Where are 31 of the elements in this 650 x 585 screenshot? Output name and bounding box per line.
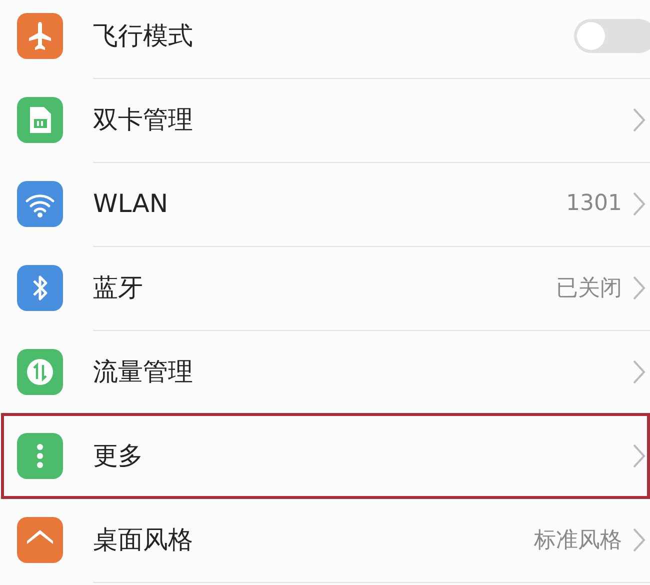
setting-value: 标准风格: [534, 526, 622, 554]
setting-label: 更多: [93, 440, 144, 472]
chevron-icon: [632, 274, 646, 300]
chevron-icon: [632, 106, 646, 132]
setting-value: 已关闭: [556, 274, 622, 302]
settings-row[interactable]: WLAN 1301: [0, 162, 650, 246]
setting-label: WLAN: [93, 189, 170, 218]
settings-row[interactable]: 流量管理: [0, 330, 650, 414]
chevron-icon: [632, 358, 646, 384]
more-icon: [17, 433, 63, 479]
setting-label: 双卡管理: [93, 104, 194, 136]
setting-label: 蓝牙: [93, 272, 144, 304]
toggle-switch[interactable]: [574, 18, 650, 52]
airplane-icon: [17, 13, 63, 59]
chevron-icon: [632, 190, 646, 216]
settings-row[interactable]: 桌面风格 标准风格: [0, 498, 650, 582]
setting-label: 飞行模式: [93, 20, 194, 52]
chevron-icon: [632, 442, 646, 468]
theme-icon: [17, 517, 63, 563]
settings-row[interactable]: 更多: [0, 414, 650, 498]
settings-row[interactable]: 双卡管理: [0, 78, 650, 162]
setting-value: 1301: [566, 191, 622, 216]
settings-row[interactable]: 蓝牙 已关闭: [0, 246, 650, 330]
setting-label: 桌面风格: [93, 524, 194, 556]
chevron-icon: [632, 526, 646, 552]
bluetooth-icon: [17, 265, 63, 311]
setting-label: 流量管理: [93, 356, 194, 388]
sim-icon: [17, 97, 63, 143]
wifi-icon: [17, 181, 63, 227]
data-icon: [17, 349, 63, 395]
settings-row[interactable]: 飞行模式: [0, 0, 650, 78]
